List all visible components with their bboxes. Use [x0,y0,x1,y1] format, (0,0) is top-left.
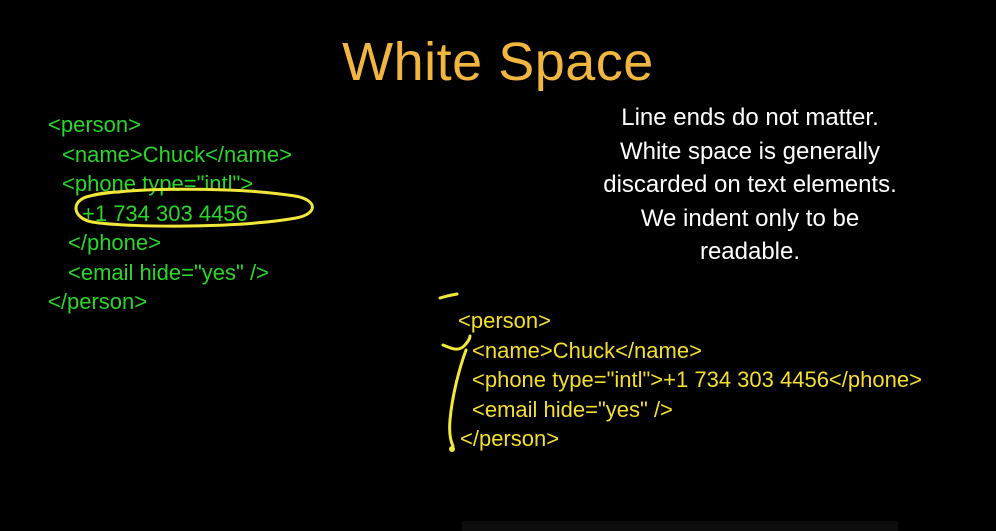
compact-xml-line-name: <name>Chuck</name> [472,337,702,363]
formatted-xml-block: <person> <name>Chuck</name> <phone type=… [48,110,292,317]
compact-xml-line-email: <email hide="yes" /> [472,396,673,422]
xml-line-person-close: </person> [48,289,148,314]
explanation-line-2: White space is generally [619,137,881,165]
xml-line-name: <name>Chuck</name> [62,141,292,167]
explanation-text: Line ends do not matter. White space is … [560,101,940,269]
explanation-line-3: discarded on text elements. [603,171,897,198]
compact-xml-line-person-close: </person> [460,426,560,451]
xml-line-phone-close: </phone> [68,230,161,255]
explanation-line-5: readable. [699,238,801,265]
explanation-line-4: We indent only to be [640,204,860,232]
xml-line-phone-open: <phone type="intl"> [62,171,254,196]
explanation-line-1: Line ends do not matter. [621,104,879,131]
pen-dash-annotation [438,292,459,300]
cropped-caption-strip [462,521,898,531]
compact-xml-block: <person> <name>Chuck</name> <phone type=… [458,306,922,454]
compact-xml-line-person-open: <person> [458,308,551,333]
compact-xml-line-phone: <phone type="intl">+1 734 303 4456</phon… [472,367,922,392]
xml-line-phone-value: +1 734 303 4456 [82,200,248,226]
xml-line-person-open: <person> [48,112,141,137]
xml-line-email: <email hide="yes" /> [68,259,269,285]
pen-dot-annotation [449,446,455,452]
slide-title: White Space [342,32,654,92]
